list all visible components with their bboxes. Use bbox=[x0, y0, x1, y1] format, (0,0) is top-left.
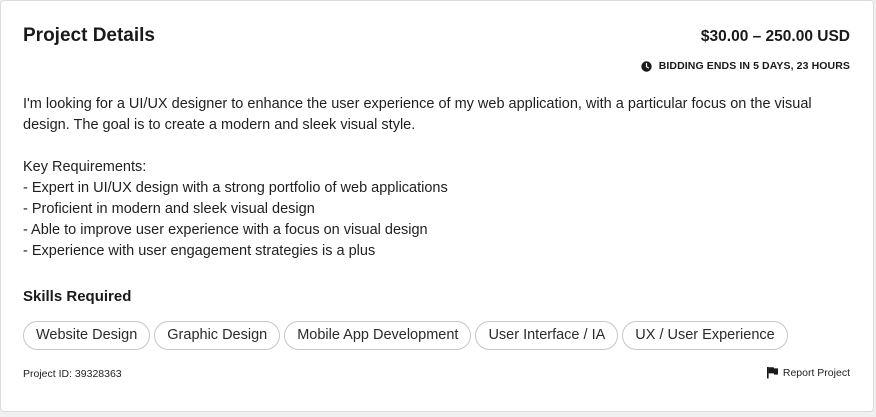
clock-icon bbox=[641, 60, 652, 72]
report-project-label[interactable]: Report Project bbox=[783, 367, 850, 379]
project-details-card: Project Details $30.00 – 250.00 USD BIDD… bbox=[0, 0, 874, 412]
skills-heading: Skills Required bbox=[23, 288, 132, 305]
budget-range: $30.00 – 250.00 USD bbox=[700, 28, 850, 45]
flag-icon bbox=[766, 366, 779, 379]
skill-tag[interactable]: User Interface / IA bbox=[475, 321, 619, 350]
project-id: Project ID: 39328363 bbox=[23, 368, 122, 380]
project-description: I'm looking for a UI/UX designer to enha… bbox=[23, 94, 853, 262]
skill-tag[interactable]: Website Design bbox=[23, 321, 151, 350]
description-line: - Experience with user engagement strate… bbox=[23, 243, 376, 259]
skill-tag[interactable]: UX / User Experience bbox=[622, 321, 788, 350]
description-line: Key Requirements: bbox=[23, 159, 147, 175]
report-project-link[interactable]: Report Project bbox=[766, 366, 850, 379]
description-line: - Able to improve user experience with a… bbox=[23, 222, 428, 238]
skill-tag[interactable]: Graphic Design bbox=[154, 321, 281, 350]
skill-tag[interactable]: Mobile App Development bbox=[284, 321, 472, 350]
bidding-ends-text: BIDDING ENDS IN 5 DAYS, 23 HOURS bbox=[658, 60, 850, 72]
description-line: - Expert in UI/UX design with a strong p… bbox=[23, 180, 448, 196]
skills-list: Website Design Graphic Design Mobile App… bbox=[23, 321, 788, 350]
description-line: I'm looking for a UI/UX designer to enha… bbox=[23, 96, 812, 133]
bidding-status: BIDDING ENDS IN 5 DAYS, 23 HOURS bbox=[641, 60, 850, 72]
page-title: Project Details bbox=[23, 25, 155, 46]
description-line: - Proficient in modern and sleek visual … bbox=[23, 201, 315, 217]
